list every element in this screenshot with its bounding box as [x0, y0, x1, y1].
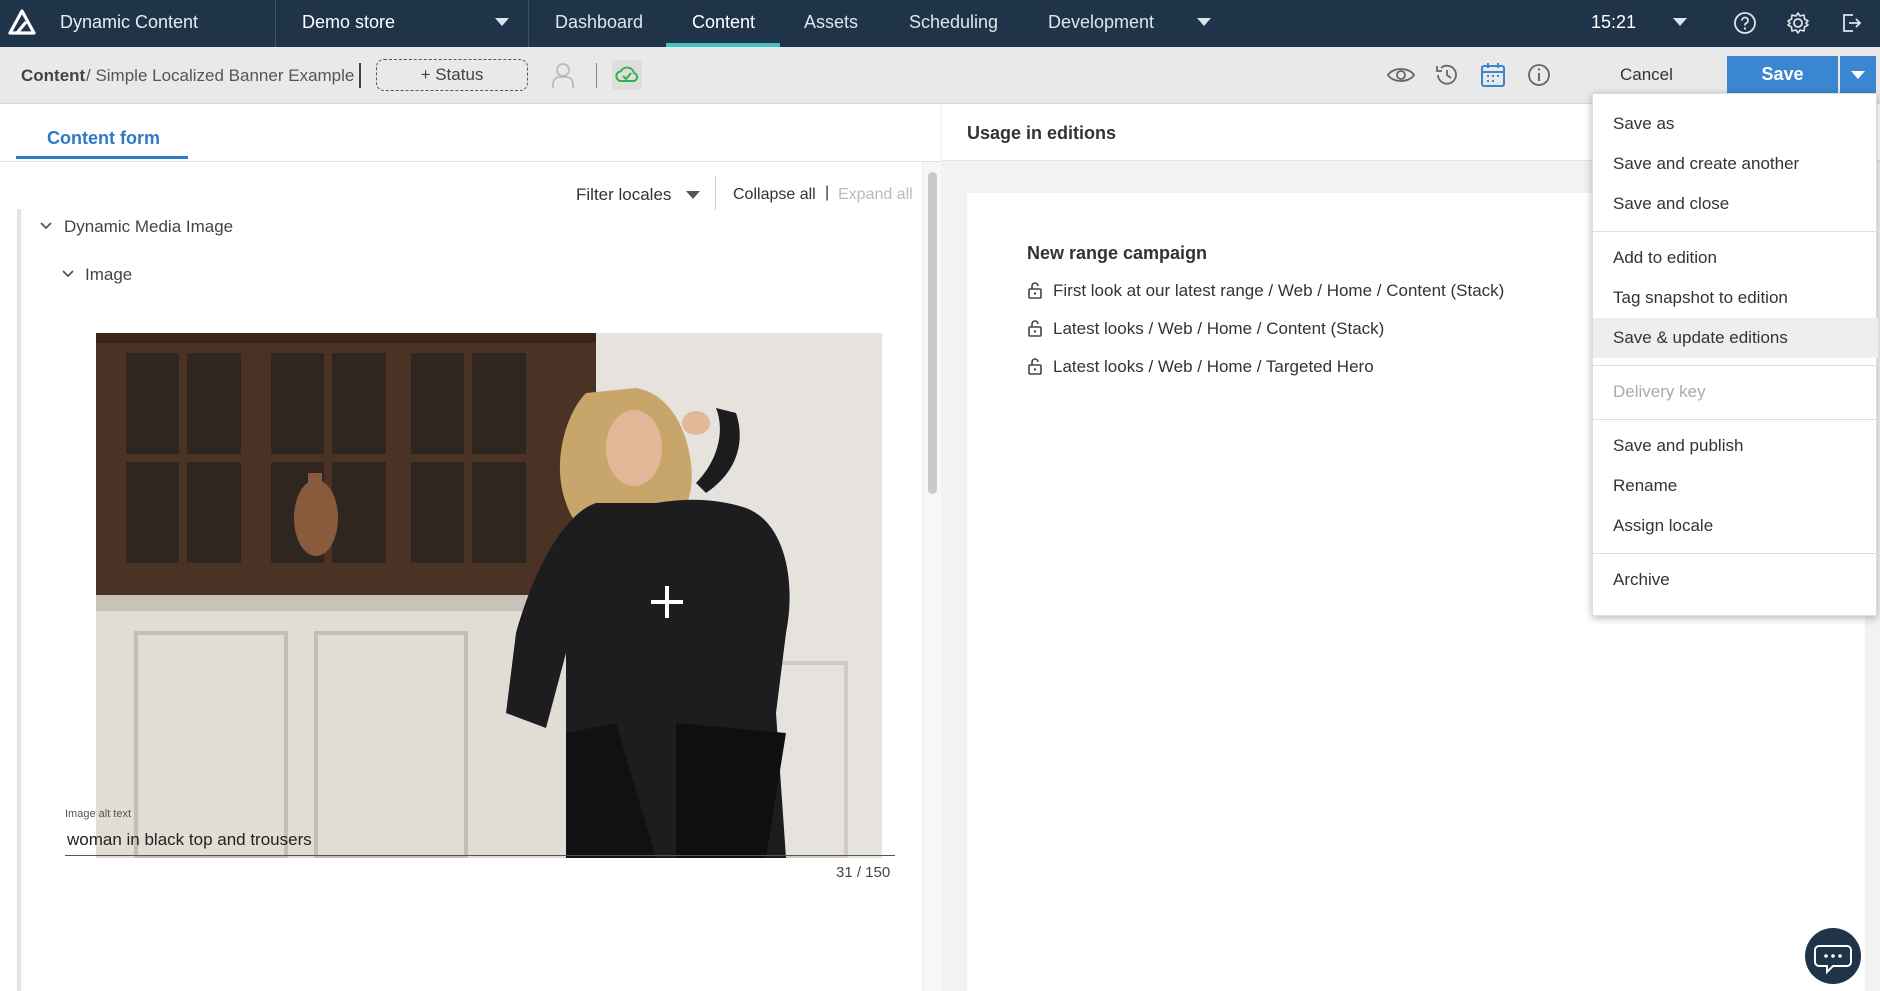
menu-divider	[1593, 553, 1878, 554]
menu-divider	[1593, 231, 1878, 232]
alt-text-input[interactable]: woman in black top and trousers	[67, 830, 312, 850]
tab-content-form[interactable]: Content form	[47, 128, 160, 149]
usage-row[interactable]: First look at our latest range / Web / H…	[1027, 281, 1504, 301]
lock-icon	[1028, 320, 1042, 337]
help-icon[interactable]	[1732, 10, 1758, 36]
menu-item-add-to-edition[interactable]: Add to edition	[1593, 238, 1878, 278]
nav-dashboard[interactable]: Dashboard	[555, 12, 643, 33]
breadcrumb-item-name: / Simple Localized Banner Example	[86, 66, 355, 85]
image-preview[interactable]	[96, 333, 882, 858]
lock-icon	[1028, 282, 1042, 299]
nav-divider	[275, 0, 276, 47]
info-icon[interactable]	[1524, 60, 1554, 90]
expand-all-button[interactable]: Expand all	[838, 186, 913, 204]
menu-item-rename[interactable]: Rename	[1593, 466, 1878, 506]
fashion-photo-image	[96, 333, 882, 858]
collapse-all-button[interactable]: Collapse all	[733, 186, 816, 204]
clock-chevron-down-icon[interactable]	[1673, 18, 1687, 26]
menu-item-save-and-publish[interactable]: Save and publish	[1593, 426, 1878, 466]
clock-display[interactable]: 15:21	[1591, 12, 1636, 33]
menu-item-save-and-update-editions[interactable]: Save & update editions	[1593, 318, 1878, 358]
top-navigation-bar: Dynamic Content Demo store Dashboard Con…	[0, 0, 1880, 47]
edition-name[interactable]: New range campaign	[1027, 243, 1207, 264]
chevron-down-icon	[1851, 71, 1865, 79]
usage-row[interactable]: Latest looks / Web / Home / Targeted Her…	[1027, 357, 1374, 377]
save-button[interactable]: Save	[1727, 56, 1838, 93]
filter-divider	[715, 176, 716, 210]
usage-row[interactable]: Latest looks / Web / Home / Content (Sta…	[1027, 319, 1384, 339]
collapse-chevron-icon[interactable]	[40, 220, 52, 232]
store-chevron-down-icon[interactable]	[495, 18, 509, 26]
nav-divider	[528, 0, 529, 47]
action-separator: |	[825, 184, 830, 201]
nav-content[interactable]: Content	[692, 12, 755, 33]
menu-item-assign-locale[interactable]: Assign locale	[1593, 506, 1878, 546]
breadcrumb-content[interactable]: Content	[21, 66, 85, 86]
filter-locales-dropdown[interactable]: Filter locales	[576, 185, 671, 205]
chat-bubble-icon	[1814, 945, 1852, 975]
store-selector[interactable]: Demo store	[302, 12, 395, 33]
alt-text-label: Image alt text	[65, 808, 132, 820]
nav-development[interactable]: Development	[1048, 12, 1154, 33]
menu-item-save-as[interactable]: Save as	[1593, 104, 1878, 144]
add-image-plus-icon[interactable]	[643, 578, 691, 626]
settings-gear-icon[interactable]	[1785, 10, 1811, 36]
tree-node-dynamic-media-image[interactable]: Dynamic Media Image	[64, 217, 233, 237]
menu-item-delivery-key: Delivery key	[1613, 382, 1706, 401]
scrollbar-thumb[interactable]	[928, 172, 937, 494]
nav-scheduling[interactable]: Scheduling	[909, 12, 998, 33]
menu-divider	[1593, 419, 1878, 420]
cancel-button[interactable]: Cancel	[1620, 65, 1673, 85]
usage-path: First look at our latest range / Web / H…	[1053, 281, 1505, 300]
lock-icon	[1028, 358, 1042, 375]
form-indent-rail	[17, 209, 21, 991]
tree-node-image[interactable]: Image	[85, 265, 132, 285]
toolbar-divider	[596, 63, 597, 88]
toolbar-divider	[359, 63, 361, 88]
usage-title: Usage in editions	[967, 123, 1117, 143]
preview-eye-icon[interactable]	[1386, 60, 1416, 90]
form-scrollbar[interactable]	[922, 162, 941, 991]
menu-divider	[1593, 365, 1878, 366]
alt-text-underline	[65, 855, 895, 856]
tab-divider	[0, 161, 941, 162]
menu-item-save-and-close[interactable]: Save and close	[1593, 184, 1878, 224]
menu-item-archive[interactable]: Archive	[1593, 560, 1878, 600]
collapse-chevron-icon[interactable]	[62, 268, 74, 280]
calendar-icon[interactable]	[1478, 60, 1508, 90]
content-form-panel: Content form Filter locales Collapse all…	[0, 104, 941, 991]
usage-path: Latest looks / Web / Home / Content (Sta…	[1053, 319, 1385, 338]
assign-user-icon[interactable]	[548, 60, 578, 90]
app-name: Dynamic Content	[60, 12, 199, 32]
chat-support-button[interactable]	[1805, 928, 1861, 984]
save-options-dropdown-button[interactable]	[1840, 56, 1876, 93]
development-chevron-down-icon[interactable]	[1197, 18, 1211, 26]
menu-item-save-and-create-another[interactable]: Save and create another	[1593, 144, 1878, 184]
amplience-logo-icon[interactable]	[8, 9, 36, 37]
alt-text-char-count: 31 / 150	[836, 864, 891, 881]
logout-icon[interactable]	[1838, 10, 1864, 36]
add-status-button[interactable]: + Status	[376, 59, 528, 91]
nav-assets[interactable]: Assets	[804, 12, 858, 33]
active-tab-indicator	[16, 156, 188, 159]
filter-chevron-down-icon[interactable]	[686, 191, 700, 199]
cloud-sync-icon[interactable]	[612, 60, 642, 90]
menu-item-tag-snapshot-to-edition[interactable]: Tag snapshot to edition	[1593, 278, 1878, 318]
save-options-menu: Save as Save and create another Save and…	[1592, 93, 1878, 616]
history-icon[interactable]	[1432, 60, 1462, 90]
usage-path: Latest looks / Web / Home / Targeted Her…	[1053, 357, 1374, 376]
